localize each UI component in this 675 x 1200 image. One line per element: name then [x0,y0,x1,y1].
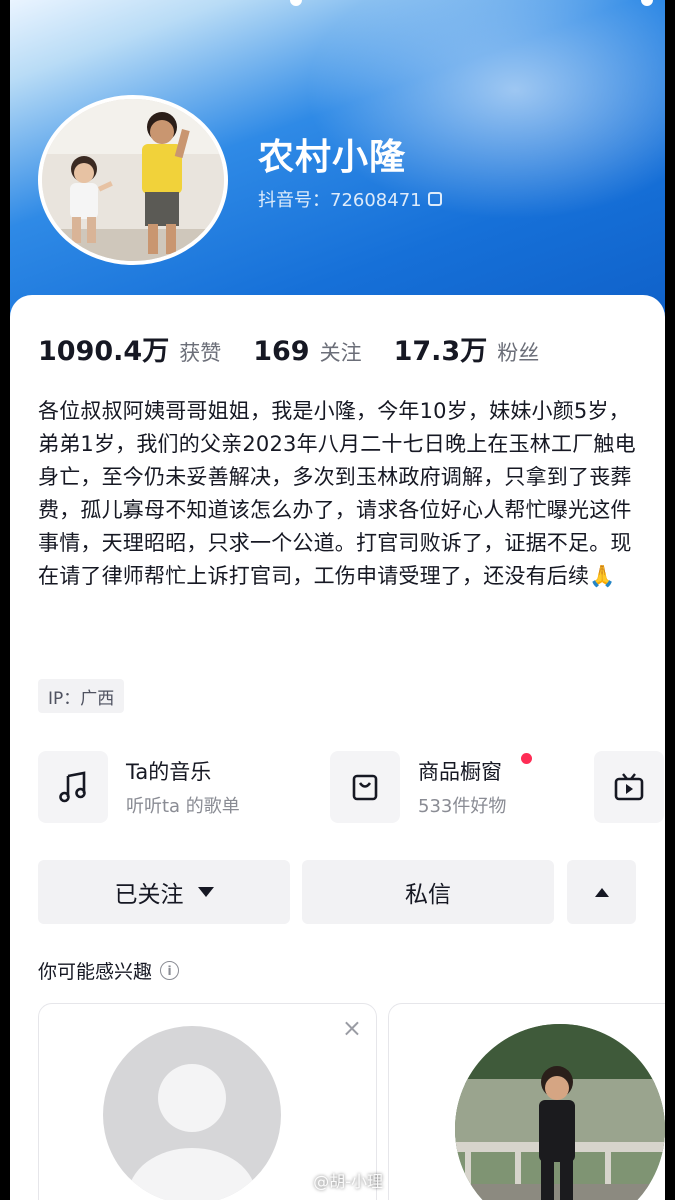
profile-screen: 农村小隆 抖音号：72608471 1090.4万 获赞 169 关注 17.3… [10,0,665,1200]
recommend-title: 你可能感兴趣 [38,961,153,983]
feature-music-text: Ta的音乐 听听ta 的歌单 [126,756,240,818]
avatar-photo [42,99,224,261]
feature-shortcuts: Ta的音乐 听听ta 的歌单 商品橱窗 533件好物 [38,749,665,825]
feature-music[interactable]: Ta的音乐 听听ta 的歌单 [38,749,240,825]
stat-label: 粉丝 [497,341,540,365]
watermark-text: @胡-小理 [313,1172,383,1191]
followed-button[interactable]: 已关注 [38,860,290,924]
stat-following[interactable]: 169 关注 [253,336,361,367]
tv-play-icon [594,751,664,823]
stat-followers[interactable]: 17.3万 粉丝 [394,329,540,368]
weibo-watermark: @胡-小理 [291,1168,383,1192]
message-button[interactable]: 私信 [302,860,554,924]
default-avatar [103,1026,281,1200]
music-note-icon [38,751,108,823]
caret-down-icon [197,887,214,897]
profile-bio: 各位叔叔阿姨哥哥姐姐，我是小隆，今年10岁，妹妹小颜5岁，弟弟1岁，我们的父亲2… [38,399,636,588]
recommend-section-header: 你可能感兴趣 i [38,957,180,984]
shopping-bag-icon [330,751,400,823]
stat-number: 1090.4万 [38,336,170,367]
douyin-id-text: 抖音号：72608471 [258,190,422,211]
douyin-id[interactable]: 抖音号：72608471 [258,186,442,212]
feature-shop-title: 商品橱窗 [418,760,502,784]
feature-shop-window[interactable]: 商品橱窗 533件好物 [330,749,532,825]
header-top-glint [641,0,653,6]
recommend-card[interactable] [388,1003,665,1200]
stat-number: 17.3万 [393,336,488,367]
feature-shop-subtitle: 533件好物 [418,796,507,817]
feature-shop-text: 商品橱窗 533件好物 [418,756,506,818]
profile-stats: 1090.4万 获赞 169 关注 17.3万 粉丝 [38,329,571,368]
feature-tv[interactable] [594,749,664,825]
feature-music-title: Ta的音乐 [126,760,212,784]
message-button-label: 私信 [405,882,451,908]
notification-dot [521,753,532,764]
copy-icon[interactable] [427,192,442,206]
expand-toggle-button[interactable] [567,860,636,924]
weibo-logo-icon [291,1174,310,1186]
profile-card: 1090.4万 获赞 169 关注 17.3万 粉丝 各位叔叔阿姨哥哥姐姐，我是… [10,295,665,1200]
profile-name: 农村小隆 [258,137,407,178]
followed-button-label: 已关注 [114,882,184,908]
profile-avatar[interactable] [38,95,228,265]
stat-label: 获赞 [179,341,222,365]
profile-header-background: 农村小隆 抖音号：72608471 [10,0,665,330]
header-top-glint [290,0,302,6]
stat-label: 关注 [319,341,362,365]
recommend-avatar [455,1024,665,1200]
stat-number: 169 [253,336,310,367]
feature-music-subtitle: 听听ta 的歌单 [126,796,240,817]
ip-location-tag: IP：广西 [38,679,125,713]
caret-up-icon [594,887,609,897]
info-icon[interactable]: i [160,961,180,980]
action-buttons: 已关注 私信 [38,860,638,924]
stat-likes: 1090.4万 获赞 [38,329,221,368]
close-icon[interactable]: × [342,1016,362,1040]
